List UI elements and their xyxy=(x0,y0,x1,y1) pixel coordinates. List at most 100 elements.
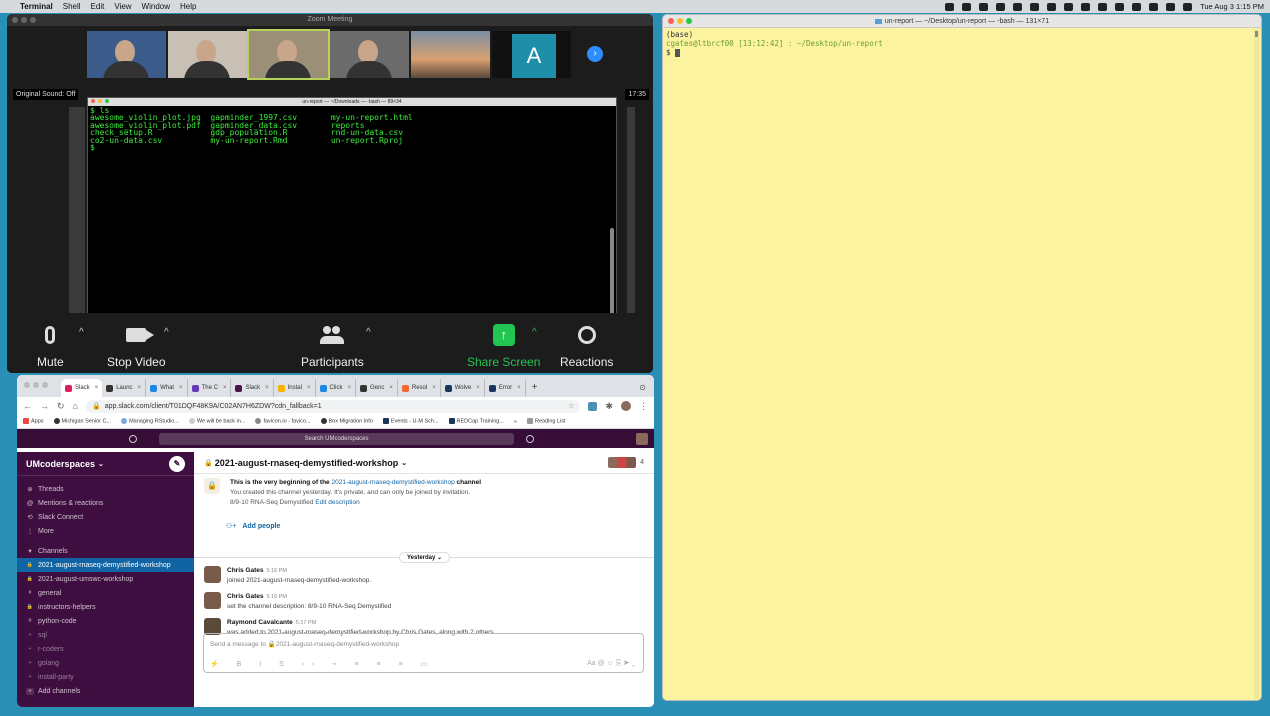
menu-icon[interactable]: ⋮ xyxy=(639,401,648,412)
participant-video[interactable] xyxy=(330,31,409,78)
share-screen-button[interactable]: ↑ Share Screen xyxy=(467,319,540,369)
send-button[interactable]: Aa @ ☺ ⎘ ➤ ⌄ xyxy=(587,660,635,668)
minimize-button[interactable] xyxy=(21,17,27,23)
browser-tab[interactable]: Slack × xyxy=(61,379,103,397)
day-divider[interactable]: Yesterday ⌄ xyxy=(399,552,451,563)
terminal-output[interactable]: (base) cgates@ltbrcf00 [13:12:42] : ~/De… xyxy=(663,28,1261,59)
control-center-icon[interactable] xyxy=(1183,2,1193,11)
zoom-button[interactable] xyxy=(30,17,36,23)
user-avatar[interactable] xyxy=(636,432,648,445)
close-tab-icon[interactable]: × xyxy=(432,385,436,391)
participant-video[interactable] xyxy=(87,31,166,78)
spotlight-icon[interactable] xyxy=(1166,2,1176,11)
address-bar[interactable]: 🔒 app.slack.com/client/T01DQF48K9A/C02AN… xyxy=(85,399,581,413)
status-icon[interactable] xyxy=(1081,2,1091,11)
sidebar-channel[interactable]: + golang xyxy=(17,656,194,670)
bookmark-item[interactable]: We will be back in... xyxy=(188,418,245,425)
close-tab-icon[interactable]: × xyxy=(95,385,99,391)
participant-avatar[interactable]: A xyxy=(492,31,571,78)
status-icon[interactable] xyxy=(1047,2,1057,11)
chevron-up-icon[interactable]: ^ xyxy=(366,327,371,338)
sidebar-item[interactable]: ⋮ More xyxy=(17,524,194,538)
close-tab-icon[interactable]: × xyxy=(517,385,521,391)
message-author[interactable]: Chris Gates xyxy=(227,593,264,600)
zoom-button[interactable] xyxy=(42,382,48,388)
tab-search-icon[interactable]: ⊙ xyxy=(639,379,646,397)
new-tab-button[interactable]: + xyxy=(526,379,544,397)
chevron-up-icon[interactable]: ^ xyxy=(79,327,84,338)
channel-header[interactable]: 🔒 2021-august-rnaseq-demystified-worksho… xyxy=(194,452,654,474)
menu-help[interactable]: Help xyxy=(180,2,196,11)
participant-video-active[interactable] xyxy=(247,29,330,80)
wifi-icon[interactable] xyxy=(1149,2,1159,11)
message-composer[interactable]: Send a message to 🔒2021-august-rnaseq-de… xyxy=(203,633,644,673)
zoom-button[interactable] xyxy=(686,18,692,24)
menu-app[interactable]: Terminal xyxy=(20,2,53,11)
extension-icon[interactable] xyxy=(588,401,598,411)
reading-list[interactable]: Reading List xyxy=(526,418,566,425)
minimize-button[interactable] xyxy=(677,18,683,24)
close-button[interactable] xyxy=(24,382,30,388)
channels-section-header[interactable]: ▾ Channels xyxy=(17,544,194,558)
browser-tab[interactable]: Slack × xyxy=(231,379,274,397)
browser-tab[interactable]: Error × xyxy=(485,379,526,397)
channel-link[interactable]: 2021-august-rnaseq-demystified-workshop xyxy=(332,479,455,486)
bookmarks-overflow[interactable]: » xyxy=(514,419,517,425)
participant-video[interactable] xyxy=(411,31,490,78)
sidebar-item[interactable]: ⊜ Threads xyxy=(17,482,194,496)
close-tab-icon[interactable]: × xyxy=(138,385,142,391)
browser-tab[interactable]: Resol × xyxy=(398,379,441,397)
avatar[interactable] xyxy=(204,592,221,609)
close-button[interactable] xyxy=(668,18,674,24)
michigan-icon[interactable] xyxy=(1064,2,1074,11)
browser-tab[interactable]: What × xyxy=(146,379,188,397)
message[interactable]: Chris Gates 5:16 PM set the channel descri… xyxy=(204,592,391,612)
message-author[interactable]: Chris Gates xyxy=(227,567,264,574)
add-people-button[interactable]: ⚇+ Add people xyxy=(226,522,280,530)
terminal-window[interactable]: un-report — ~/Desktop/un-report — -bash … xyxy=(662,14,1262,701)
sidebar-channel[interactable]: # python-code xyxy=(17,614,194,628)
sidebar-channel[interactable]: + install-party xyxy=(17,670,194,684)
close-tab-icon[interactable]: × xyxy=(348,385,352,391)
zoom-status-icon[interactable] xyxy=(945,2,955,11)
bookmark-item[interactable]: Box Migration Info xyxy=(320,418,373,425)
sidebar-item[interactable]: ⟲ Slack Connect xyxy=(17,510,194,524)
extensions-icon[interactable]: ✱ xyxy=(605,401,613,412)
sidebar-item[interactable]: @ Mentions & reactions xyxy=(17,496,194,510)
menu-edit[interactable]: Edit xyxy=(91,2,105,11)
message-time[interactable]: 5:16 PM xyxy=(267,568,287,574)
compose-icon[interactable]: ✎ xyxy=(169,455,185,472)
close-tab-icon[interactable]: × xyxy=(265,385,269,391)
close-tab-icon[interactable]: × xyxy=(307,385,311,391)
close-tab-icon[interactable]: × xyxy=(223,385,227,391)
stop-video-button[interactable]: Stop Video xyxy=(107,319,166,369)
slack-search-input[interactable]: Search UMcoderspaces xyxy=(159,432,514,445)
bookmark-item[interactable]: Michigan Senior C... xyxy=(53,418,111,425)
status-icon[interactable] xyxy=(962,2,972,11)
volume-icon[interactable] xyxy=(1098,2,1108,11)
chevron-up-icon[interactable]: ^ xyxy=(532,327,537,338)
status-icon[interactable] xyxy=(1013,2,1023,11)
star-icon[interactable]: ☆ xyxy=(568,402,574,410)
chevron-up-icon[interactable]: ^ xyxy=(164,327,169,338)
sidebar-channel[interactable]: 🔒 instructors-helpers xyxy=(17,600,194,614)
profile-avatar[interactable] xyxy=(621,401,631,411)
avatar[interactable] xyxy=(204,566,221,583)
close-tab-icon[interactable]: × xyxy=(179,385,183,391)
home-icon[interactable]: ⌂ xyxy=(73,401,78,411)
bookmark-item[interactable]: Managing RStudio... xyxy=(121,418,179,425)
sidebar-channel[interactable]: 🔒 2021-august-umswc-workshop xyxy=(17,572,194,586)
menu-view[interactable]: View xyxy=(114,2,131,11)
menu-clock[interactable]: Tue Aug 3 1:15 PM xyxy=(1200,2,1264,11)
original-sound-toggle[interactable]: Original Sound: Off xyxy=(13,89,79,100)
bookmark-apps[interactable]: Apps xyxy=(23,418,44,425)
sidebar-channel[interactable]: 🔒 2021-august-rnaseq-demystified-workshop xyxy=(17,558,194,572)
status-icon[interactable] xyxy=(1030,2,1040,11)
minimize-button[interactable] xyxy=(33,382,39,388)
workspace-header[interactable]: UMcoderspaces ⌄ ✎ xyxy=(17,452,194,476)
mute-button[interactable]: Mute xyxy=(37,319,64,369)
participant-video[interactable] xyxy=(168,31,247,78)
browser-tab[interactable]: The C × xyxy=(188,379,232,397)
close-tab-icon[interactable]: × xyxy=(389,385,393,391)
status-icon[interactable] xyxy=(979,2,989,11)
